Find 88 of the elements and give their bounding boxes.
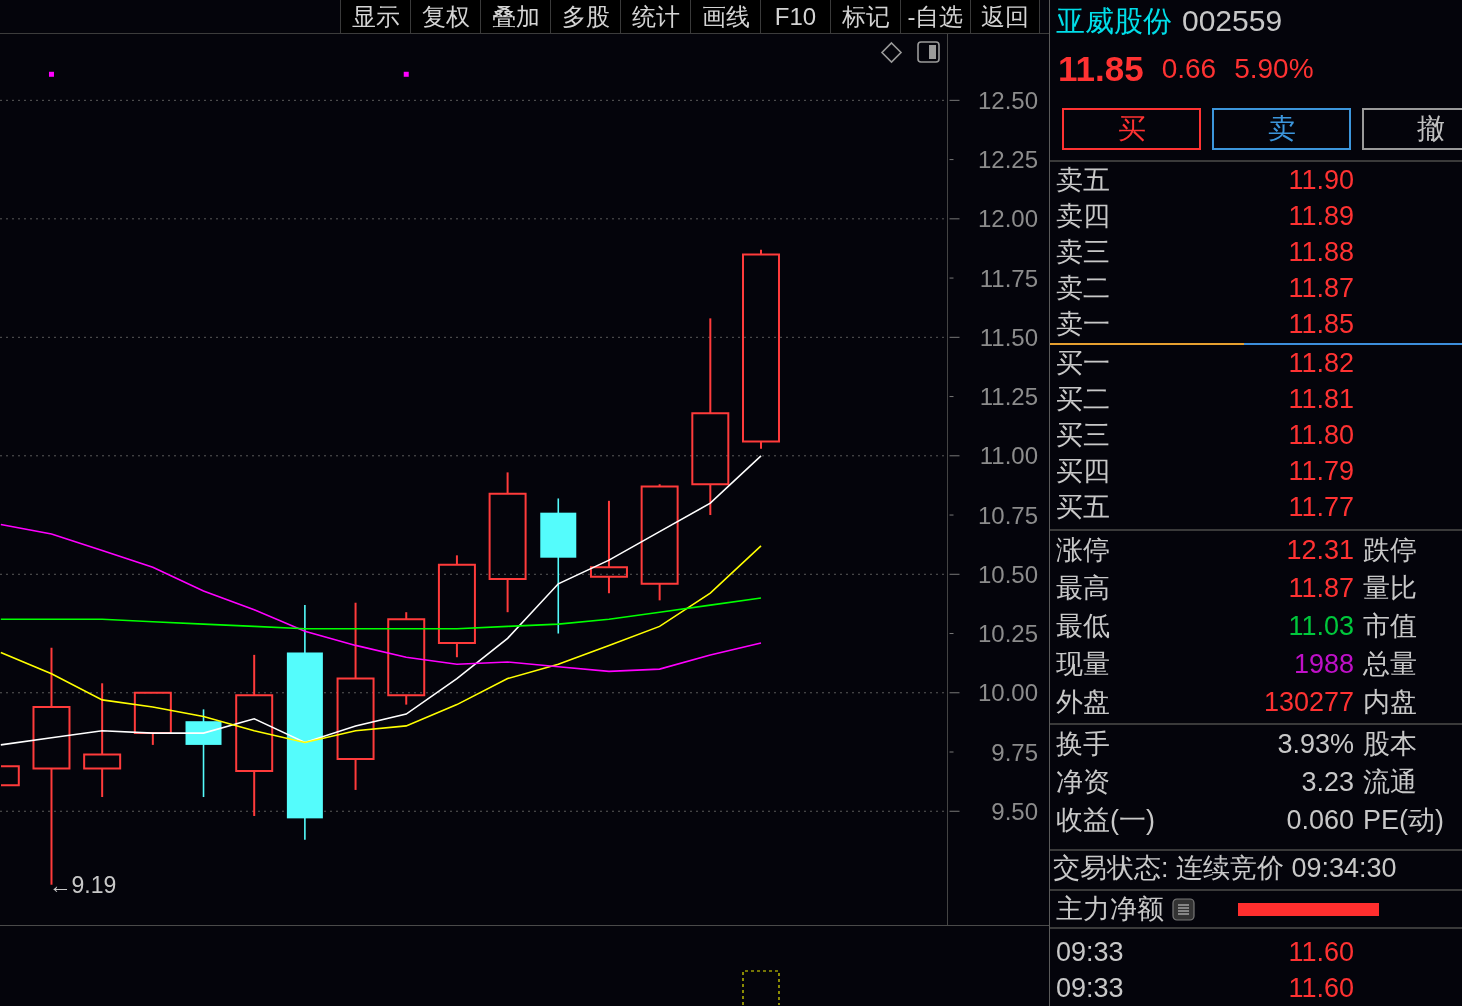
net-flow-label: 主力净额 — [1056, 893, 1164, 925]
bid-price: 11.82 — [1288, 347, 1354, 379]
stat-label: 换手 — [1056, 728, 1110, 760]
toolbar-button[interactable]: 复权 — [410, 0, 480, 33]
ask-label: 卖一 — [1056, 308, 1110, 340]
bid-label: 买二 — [1056, 383, 1110, 415]
ask-label: 卖三 — [1056, 236, 1110, 268]
axis-label: 12.50 — [977, 86, 1038, 114]
tick-price: 11.60 — [1288, 936, 1354, 968]
toolbar-button[interactable]: 返回 — [970, 0, 1040, 33]
axis-label: 12.00 — [977, 205, 1038, 233]
diamond-icon[interactable] — [880, 41, 903, 64]
bid-price: 11.81 — [1288, 383, 1354, 415]
price-change: 0.66 — [1161, 52, 1217, 86]
stat-value: 12.31 — [1286, 534, 1354, 566]
stat-label: 现量 — [1056, 648, 1110, 680]
buy-button[interactable]: 买 — [1062, 108, 1201, 150]
axis-label: 11.00 — [979, 442, 1038, 470]
stock-name: 亚威股份 — [1056, 3, 1172, 39]
stat-value: 0.060 — [1286, 804, 1354, 836]
bid-label: 买三 — [1056, 419, 1110, 451]
axis-label: 11.25 — [979, 383, 1038, 411]
ask-label: 卖二 — [1056, 272, 1110, 304]
stat-value: 3.23 — [1301, 766, 1354, 798]
candlestick — [133, 691, 172, 746]
stat-value: 11.87 — [1288, 572, 1354, 604]
stat-label: 最低 — [1056, 610, 1110, 642]
axis-label: 9.75 — [991, 738, 1038, 766]
toolbar-button[interactable]: 标记 — [830, 0, 900, 33]
bid-price: 11.77 — [1288, 491, 1354, 523]
stat-label: 涨停 — [1056, 534, 1110, 566]
bid-price: 11.80 — [1288, 419, 1354, 451]
ask-label: 卖五 — [1056, 164, 1110, 196]
toolbar-button[interactable]: F10 — [760, 0, 830, 33]
stat-label: 股本 — [1363, 728, 1417, 760]
cancel-button[interactable]: 撤 — [1362, 108, 1462, 150]
axis-label: 10.25 — [977, 620, 1038, 648]
last-price: 11.85 — [1058, 48, 1144, 90]
list-icon[interactable] — [1172, 897, 1195, 921]
toolbar-button[interactable]: 显示 — [340, 0, 410, 33]
stat-value: 11.03 — [1288, 610, 1354, 642]
volume-bar-outline — [742, 970, 780, 1006]
stat-label: PE(动) — [1363, 804, 1444, 836]
axis-label: 10.75 — [977, 501, 1038, 529]
trading-status: 交易状态: 连续竞价 09:34:30 — [1050, 851, 1462, 891]
stat-label: 总量 — [1363, 648, 1417, 680]
bid-label: 买五 — [1056, 491, 1110, 523]
axis-label: 9.50 — [991, 797, 1038, 825]
stat-label: 净资 — [1056, 766, 1110, 798]
axis-label: 11.75 — [979, 264, 1038, 292]
sell-button[interactable]: 卖 — [1212, 108, 1351, 150]
price-annotation: ←9.19 — [48, 871, 117, 898]
stock-code: 002559 — [1182, 3, 1283, 39]
toolbar-button[interactable]: 叠加 — [480, 0, 550, 33]
stat-label: 市值 — [1363, 610, 1417, 642]
stat-label: 外盘 — [1056, 686, 1110, 718]
stat-value: 130277 — [1263, 686, 1354, 718]
ask-price: 11.89 — [1288, 200, 1354, 232]
toolbar-button[interactable]: 多股 — [550, 0, 620, 33]
tick-time: 09:33 — [1056, 936, 1124, 968]
candlestick — [0, 765, 20, 787]
bid-label: 买一 — [1056, 347, 1110, 379]
axis-label: 10.50 — [977, 560, 1038, 588]
bid-label: 买四 — [1056, 455, 1110, 487]
tick-price: 11.60 — [1288, 972, 1354, 1004]
ask-price: 11.87 — [1288, 272, 1354, 304]
stat-value: 1988 — [1293, 648, 1354, 680]
change-percent: 5.90% — [1234, 52, 1314, 86]
stat-value: 3.93% — [1277, 728, 1354, 760]
stat-label: 跌停 — [1363, 534, 1417, 566]
stat-label: 流通 — [1363, 766, 1417, 798]
ask-price: 11.90 — [1288, 164, 1354, 196]
toolbar-button[interactable]: 统计 — [620, 0, 690, 33]
toolbar-button[interactable]: -自选 — [900, 0, 970, 33]
tick-time: 09:33 — [1056, 972, 1124, 1004]
toolbar-button[interactable]: 画线 — [690, 0, 760, 33]
ask-price: 11.85 — [1288, 308, 1354, 340]
stat-label: 内盘 — [1363, 686, 1417, 718]
panel-toggle-icon[interactable] — [917, 41, 940, 63]
ask-label: 卖四 — [1056, 200, 1110, 232]
axis-label: 12.25 — [977, 146, 1038, 174]
axis-label: 10.00 — [977, 679, 1038, 707]
ask-price: 11.88 — [1288, 236, 1354, 268]
stat-label: 量比 — [1363, 572, 1417, 604]
bid-price: 11.79 — [1288, 455, 1354, 487]
axis-label: 11.50 — [979, 323, 1038, 351]
stat-label: 收益(一) — [1056, 804, 1155, 836]
stat-label: 最高 — [1056, 572, 1110, 604]
